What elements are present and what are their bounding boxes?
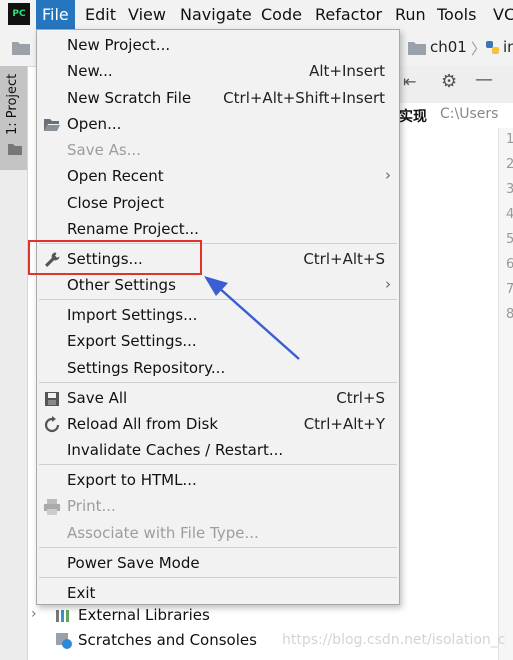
watermark-text: https://blog.csdn.net/isolation_c bbox=[282, 632, 506, 648]
annotation-arrow bbox=[204, 276, 300, 360]
